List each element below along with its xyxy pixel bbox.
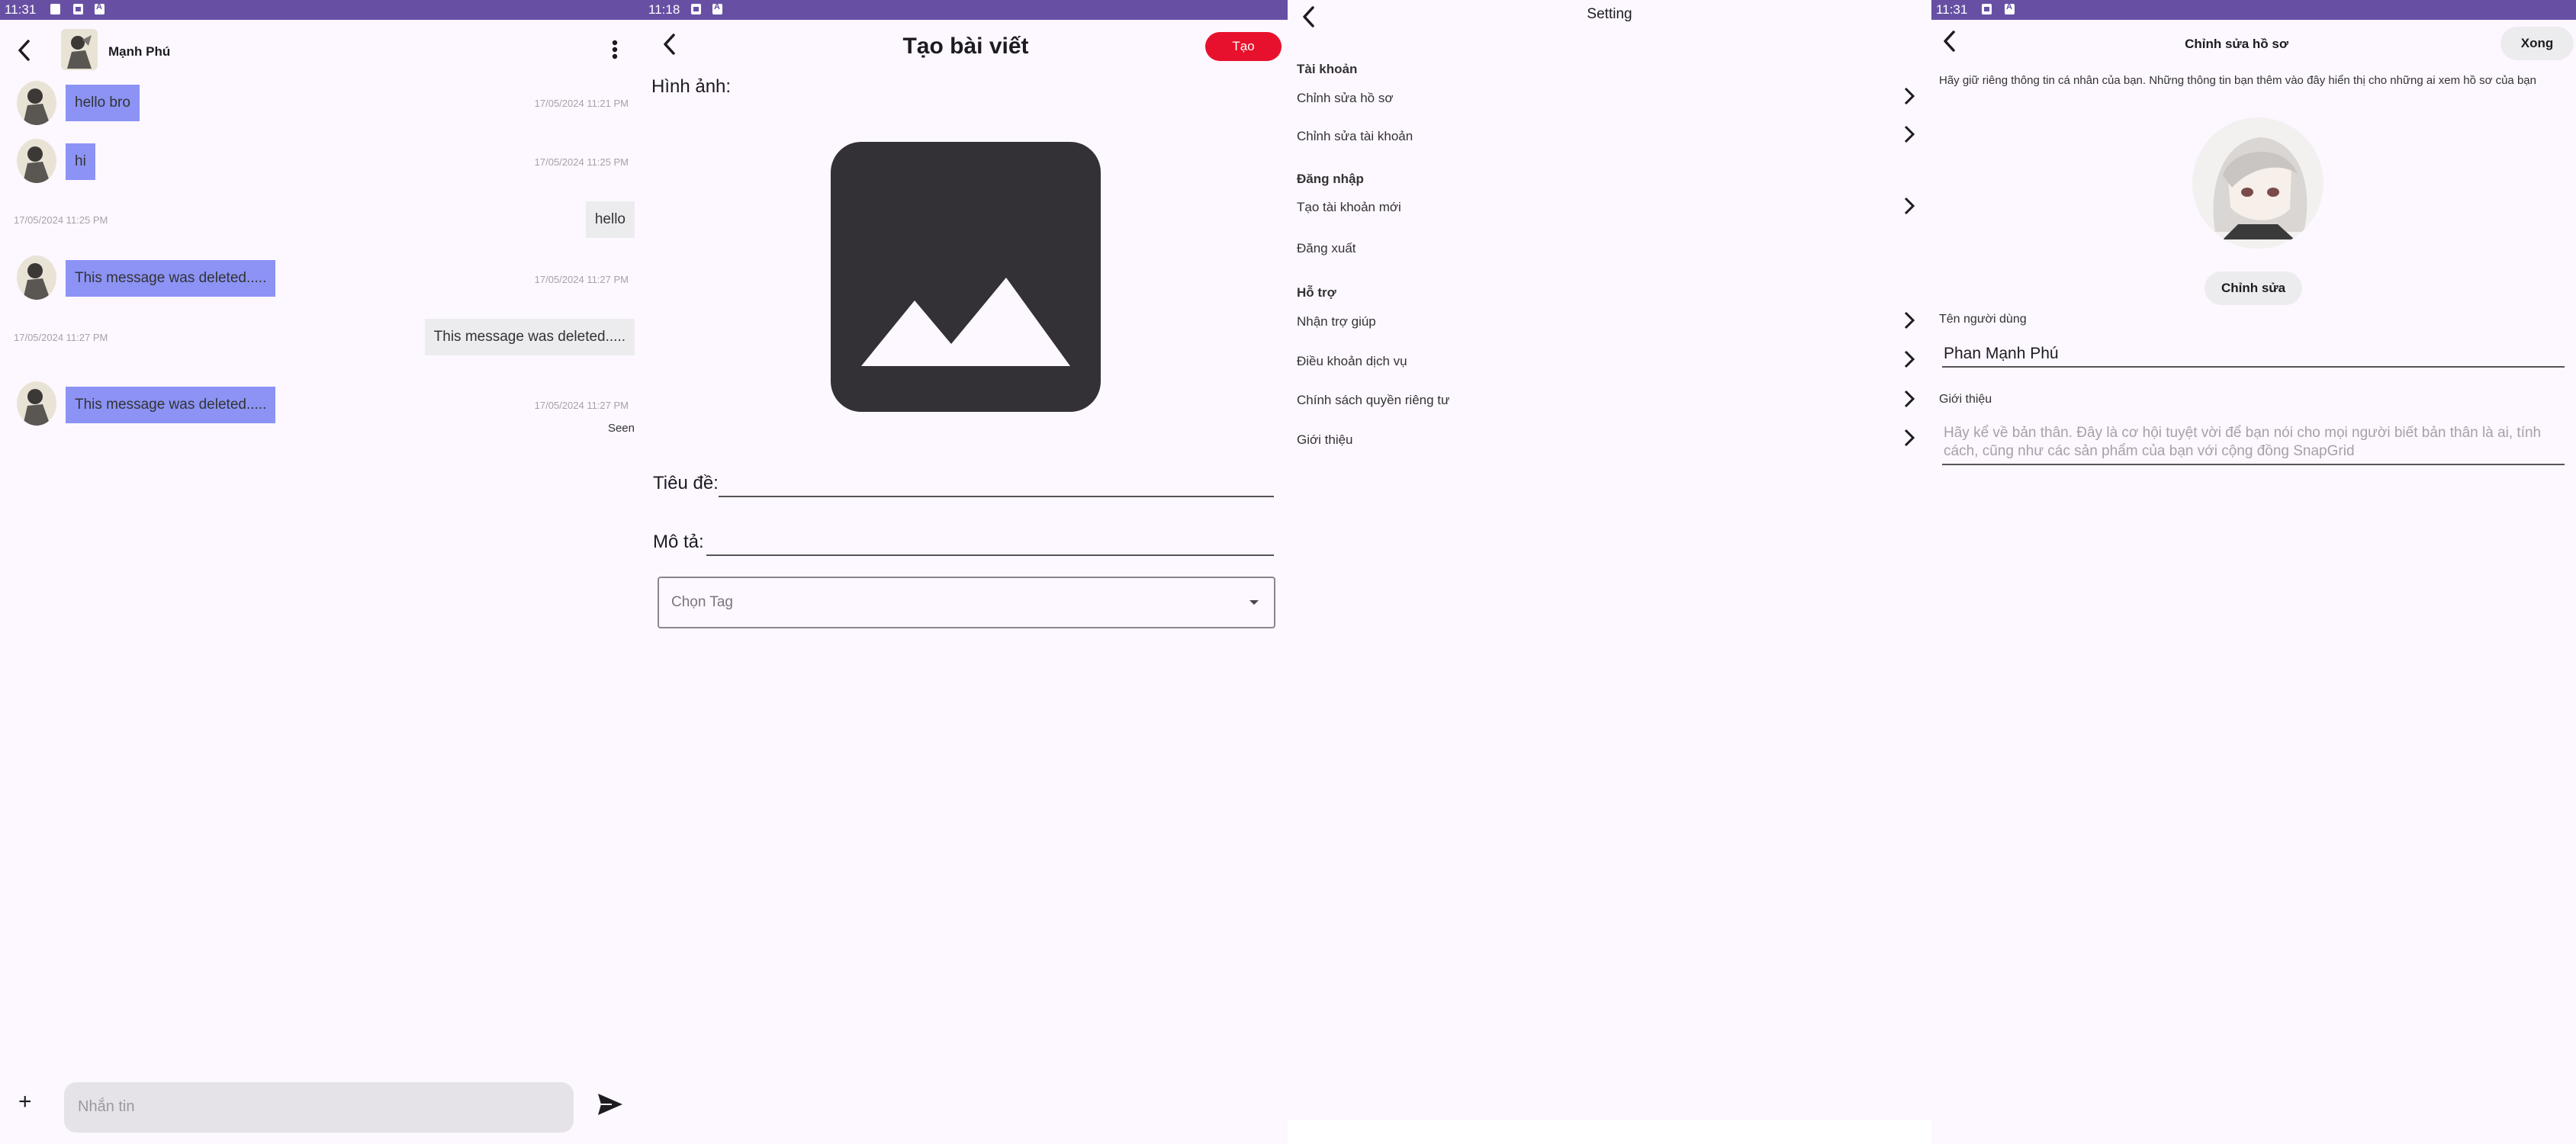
- send-icon[interactable]: [595, 1089, 626, 1120]
- sender-avatar: [17, 381, 56, 426]
- back-arrow-icon[interactable]: [9, 35, 40, 66]
- username-value: Phan Mạnh Phú: [1944, 345, 2059, 362]
- create-post-screen: 11:18 Tạo bài viết Tạo Hình ảnh: Tiêu đề…: [644, 0, 1288, 1144]
- app-notification-icon: [2005, 2, 2015, 14]
- page-title: Chỉnh sửa hồ sơ: [2185, 37, 2288, 51]
- message-input[interactable]: Nhắn tin: [64, 1082, 574, 1133]
- image-notification-icon: [1982, 4, 1992, 14]
- settings-item-about[interactable]: Giới thiệu: [1297, 432, 1353, 448]
- settings-screen: Setting Tài khoản Chỉnh sửa hồ sơ Chỉnh …: [1288, 0, 1931, 1144]
- sender-avatar: [17, 139, 56, 183]
- chevron-right-icon[interactable]: [1901, 85, 1918, 108]
- status-time: 11:31: [1936, 2, 1968, 17]
- status-bar: 11:31: [1931, 0, 2576, 20]
- section-title-account: Tài khoản: [1297, 62, 1358, 76]
- sender-avatar: [17, 81, 56, 125]
- edit-profile-screen: 11:31 Chỉnh sửa hồ sơ Xong Hãy giữ riêng…: [1931, 0, 2576, 1144]
- page-title: Tạo bài viết: [902, 34, 1029, 59]
- tag-dropdown[interactable]: Chọn Tag: [658, 577, 1275, 628]
- chevron-right-icon[interactable]: [1901, 309, 1918, 332]
- app-notification-icon: [95, 2, 105, 14]
- message-bubble[interactable]: This message was deleted.....: [66, 260, 276, 297]
- title-input[interactable]: [719, 496, 1274, 497]
- settings-item-edit-profile[interactable]: Chỉnh sửa hồ sơ: [1297, 91, 1393, 106]
- image-label: Hình ảnh:: [651, 76, 732, 97]
- page-title: Setting: [1587, 6, 1632, 22]
- contact-avatar[interactable]: [61, 29, 98, 70]
- chevron-right-icon[interactable]: [1901, 194, 1918, 217]
- title-label: Tiêu đề:: [653, 473, 719, 493]
- message-bubble[interactable]: hello bro: [66, 85, 140, 121]
- notification-icon: [50, 4, 60, 14]
- section-title-support: Hỗ trợ: [1297, 285, 1336, 300]
- profile-avatar: [2192, 117, 2324, 249]
- chevron-right-icon[interactable]: [1901, 123, 1918, 146]
- settings-item-new-account[interactable]: Tạo tài khoản mới: [1297, 200, 1401, 215]
- dropdown-arrow-icon: [1249, 600, 1259, 605]
- username-input[interactable]: Phan Mạnh Phú: [1942, 345, 2565, 368]
- settings-item-terms[interactable]: Điều khoản dịch vụ: [1297, 354, 1407, 369]
- image-notification-icon: [691, 4, 701, 14]
- message-bubble[interactable]: This message was deleted.....: [66, 387, 276, 423]
- app-notification-icon: [712, 2, 722, 14]
- message-timestamp: 17/05/2024 11:25 PM: [534, 156, 629, 168]
- message-bubble[interactable]: hi: [66, 143, 95, 180]
- settings-item-privacy[interactable]: Chính sách quyền riêng tư: [1297, 393, 1449, 408]
- message-timestamp: 17/05/2024 11:25 PM: [14, 214, 108, 226]
- message-input-placeholder: Nhắn tin: [78, 1098, 135, 1115]
- message-bubble[interactable]: hello: [585, 201, 635, 238]
- settings-item-edit-account[interactable]: Chỉnh sửa tài khoản: [1297, 129, 1413, 144]
- sender-avatar: [17, 255, 56, 300]
- description-label: Mô tả:: [653, 532, 704, 552]
- status-time: 11:31: [5, 2, 37, 17]
- image-notification-icon: [73, 4, 83, 14]
- chevron-right-icon[interactable]: [1901, 426, 1918, 449]
- image-placeholder-icon[interactable]: [831, 142, 1101, 412]
- chevron-right-icon[interactable]: [1901, 387, 1918, 410]
- status-time: 11:18: [648, 2, 680, 17]
- add-attachment-button[interactable]: +: [18, 1089, 32, 1115]
- message-timestamp: 17/05/2024 11:21 PM: [534, 98, 629, 109]
- more-vert-icon[interactable]: [606, 37, 624, 63]
- description-input[interactable]: [706, 554, 1274, 556]
- status-bar: 11:18: [644, 0, 1288, 20]
- username-label: Tên người dùng: [1939, 313, 2027, 326]
- message-timestamp: 17/05/2024 11:27 PM: [534, 274, 629, 285]
- intro-input[interactable]: Hãy kể về bản thân. Đây là cơ hội tuyệt …: [1942, 424, 2565, 465]
- settings-item-logout[interactable]: Đăng xuất: [1297, 241, 1356, 256]
- done-button[interactable]: Xong: [2500, 27, 2574, 60]
- create-button[interactable]: Tạo: [1205, 32, 1282, 61]
- contact-name: Mạnh Phú: [108, 44, 171, 59]
- edit-avatar-button[interactable]: Chỉnh sửa: [2205, 272, 2302, 305]
- message-timestamp: 17/05/2024 11:27 PM: [534, 400, 629, 411]
- settings-item-help[interactable]: Nhận trợ giúp: [1297, 314, 1376, 329]
- privacy-notice: Hãy giữ riêng thông tin cá nhân của bạn.…: [1939, 74, 2536, 87]
- tag-dropdown-placeholder: Chọn Tag: [671, 594, 733, 610]
- message-timestamp: 17/05/2024 11:27 PM: [14, 332, 108, 343]
- chevron-right-icon[interactable]: [1901, 348, 1918, 371]
- message-bubble[interactable]: This message was deleted.....: [424, 319, 635, 355]
- status-bar: 11:31: [0, 0, 644, 20]
- bottom-bar: [1288, 1120, 1931, 1144]
- chat-screen: 11:31 Mạnh Phú hello bro 17/05/2024 11:2…: [0, 0, 644, 1144]
- intro-placeholder: Hãy kể về bản thân. Đây là cơ hội tuyệt …: [1944, 425, 2542, 459]
- section-title-login: Đăng nhập: [1297, 172, 1364, 186]
- intro-label: Giới thiệu: [1939, 393, 1992, 406]
- seen-indicator: Seen: [607, 422, 635, 435]
